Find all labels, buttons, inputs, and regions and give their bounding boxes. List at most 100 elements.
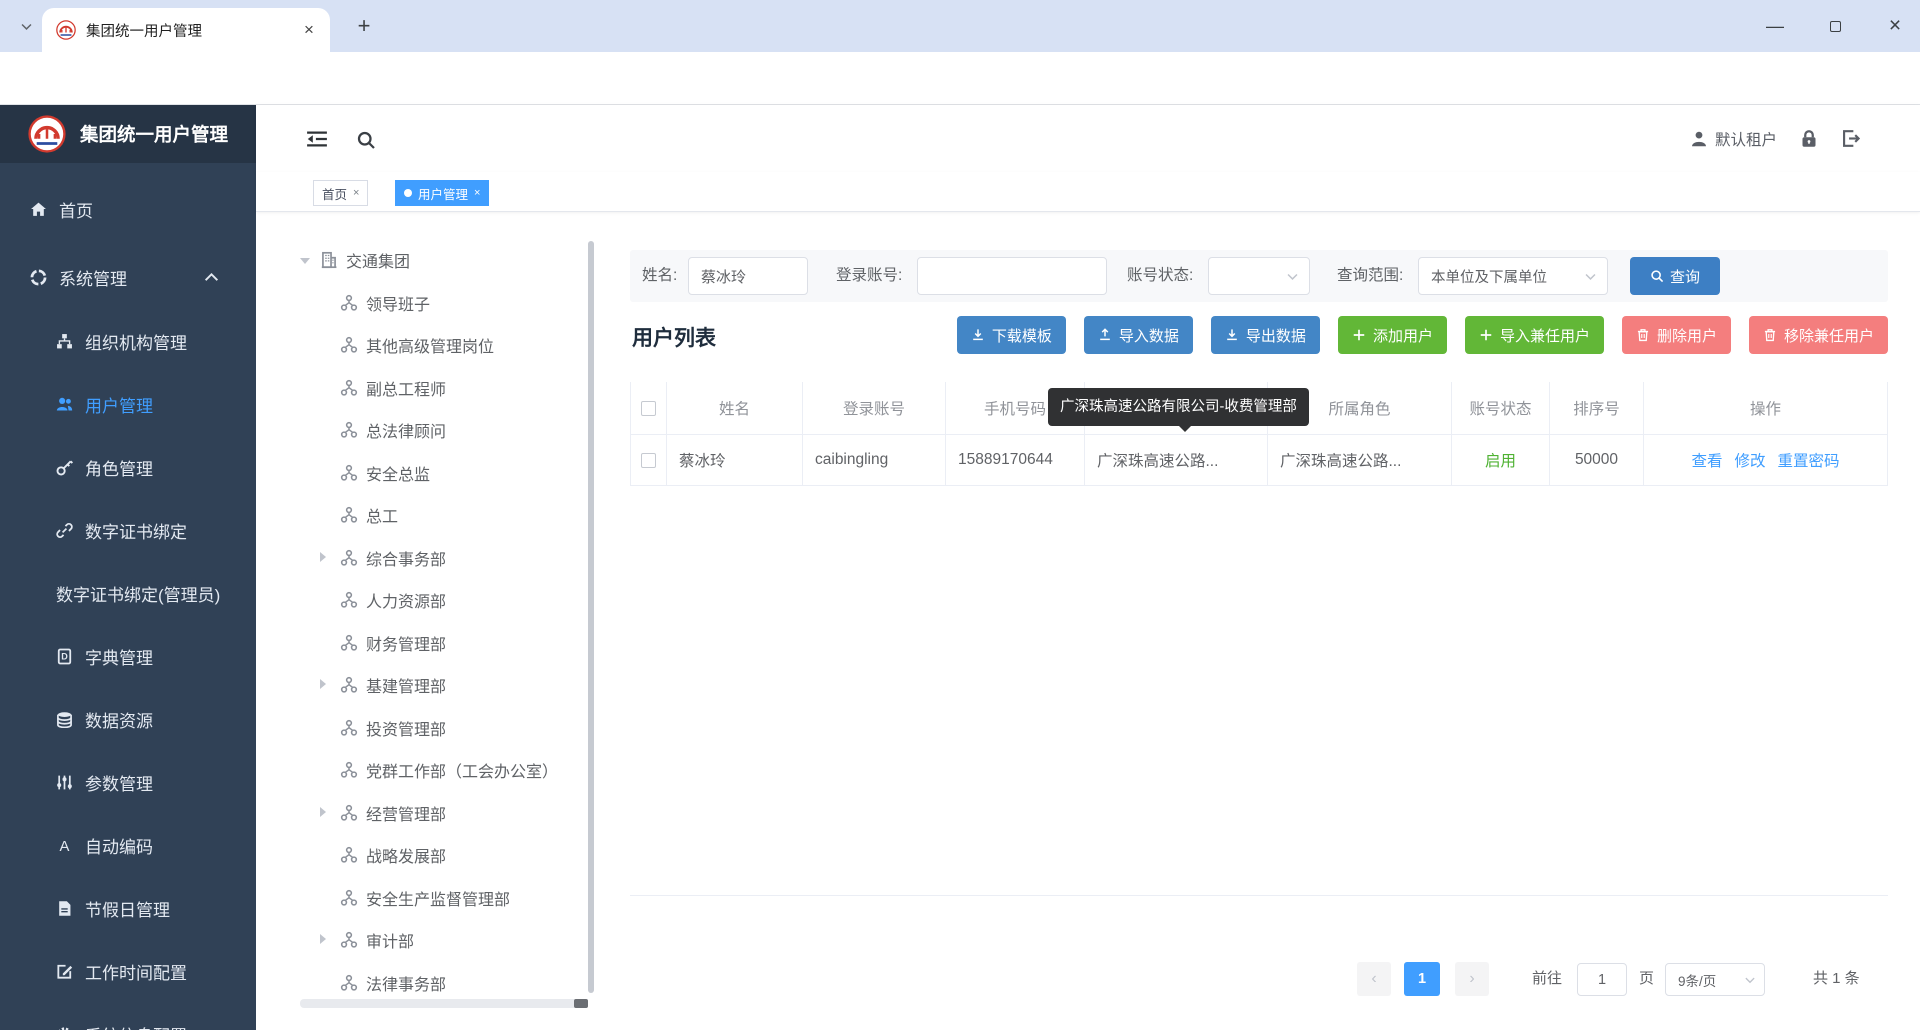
tree-node[interactable]: 财务管理部 bbox=[300, 622, 588, 665]
window-close-button[interactable]: × bbox=[1872, 0, 1918, 52]
tag-close-icon[interactable]: × bbox=[474, 187, 480, 199]
caret-right-icon[interactable] bbox=[320, 804, 334, 822]
cell-phone: 15889170644 bbox=[946, 435, 1085, 486]
tree-node[interactable]: 安全总监 bbox=[300, 452, 588, 495]
prev-page-button[interactable]: ‹ bbox=[1357, 962, 1391, 996]
tree-node[interactable]: 综合事务部 bbox=[300, 537, 588, 580]
search-icon[interactable] bbox=[356, 128, 376, 151]
row-checkbox[interactable] bbox=[641, 452, 656, 468]
export-data-button[interactable]: 导出数据 bbox=[1210, 316, 1320, 354]
tab-search-chevron-icon[interactable] bbox=[14, 14, 38, 38]
tree-node[interactable]: 审计部 bbox=[300, 919, 588, 962]
import-concurrent-user-button[interactable]: 导入兼任用户 bbox=[1464, 316, 1604, 354]
view-link[interactable]: 查看 bbox=[1691, 449, 1722, 471]
edit-icon bbox=[56, 963, 73, 980]
header-checkbox[interactable] bbox=[641, 400, 656, 416]
tree-horizontal-scrollbar[interactable] bbox=[300, 999, 588, 1008]
sidebar-item[interactable]: 数字证书绑定 bbox=[0, 499, 256, 562]
org-node-icon bbox=[340, 846, 358, 864]
tree-node[interactable]: 投资管理部 bbox=[300, 707, 588, 750]
sidebar-item[interactable]: 首页 bbox=[0, 178, 256, 240]
tree-node[interactable]: 人力资源部 bbox=[300, 579, 588, 622]
button-label: 下载模板 bbox=[991, 327, 1052, 345]
scope-select[interactable]: 本单位及下属单位 bbox=[1418, 257, 1608, 295]
trash-icon bbox=[1636, 328, 1650, 342]
name-input[interactable] bbox=[688, 257, 808, 295]
cell-account: caibingling bbox=[803, 435, 946, 486]
new-tab-button[interactable]: + bbox=[350, 12, 378, 40]
tree-node[interactable]: 法律事务部 bbox=[300, 962, 588, 1005]
org-node-icon bbox=[340, 294, 358, 312]
sidebar-item[interactable]: 数据资源 bbox=[0, 688, 256, 751]
page-size-select[interactable]: 9条/页 bbox=[1665, 963, 1765, 996]
tree-node[interactable]: 总工 bbox=[300, 494, 588, 537]
tree-node-label: 领导班子 bbox=[366, 296, 431, 314]
sidebar-item[interactable]: 自动编码 bbox=[0, 814, 256, 877]
lock-screen-icon[interactable] bbox=[1799, 129, 1819, 149]
sidebar-collapse-icon[interactable] bbox=[306, 127, 328, 151]
next-page-button[interactable]: › bbox=[1455, 962, 1489, 996]
account-input[interactable] bbox=[917, 257, 1107, 295]
sidebar-item[interactable]: 角色管理 bbox=[0, 436, 256, 499]
import-data-button[interactable]: 导入数据 bbox=[1083, 316, 1193, 354]
tree-node[interactable]: 基建管理部 bbox=[300, 664, 588, 707]
tree-node[interactable]: 其他高级管理岗位 bbox=[300, 324, 588, 367]
window-minimize-button[interactable]: — bbox=[1752, 0, 1798, 52]
tree-node[interactable]: 战略发展部 bbox=[300, 834, 588, 877]
edit-link[interactable]: 修改 bbox=[1734, 449, 1765, 471]
sidebar-item[interactable]: 工作时间配置 bbox=[0, 940, 256, 1003]
remove-concurrent-user-button[interactable]: 移除兼任用户 bbox=[1748, 316, 1888, 354]
dashboard-icon bbox=[30, 269, 47, 286]
sidebar-item[interactable]: 参数管理 bbox=[0, 751, 256, 814]
browser-tab[interactable]: 集团统一用户管理 × bbox=[42, 8, 330, 52]
tree-node-label: 人力资源部 bbox=[366, 594, 447, 612]
browser-tab-strip: 集团统一用户管理 × + — × bbox=[0, 0, 1920, 52]
download-template-button[interactable]: 下载模板 bbox=[956, 316, 1066, 354]
filter-bar: 姓名: 登录账号: 账号状态: 查询范围: 本单位及下属单位 查询 bbox=[630, 250, 1888, 302]
goto-page-input[interactable] bbox=[1577, 963, 1627, 996]
column-header: 操作 bbox=[1644, 382, 1888, 435]
caret-right-icon[interactable] bbox=[320, 931, 334, 949]
tag-home[interactable]: 首页 × bbox=[313, 180, 369, 206]
status-select[interactable] bbox=[1208, 257, 1310, 295]
caret-down-icon[interactable] bbox=[300, 251, 314, 269]
tree-root-node[interactable]: 交通集团 bbox=[300, 239, 588, 282]
sidebar-menu: 首页 系统管理 组织机构管理 用户管理 角色管理 数字证书绑定数字证书绑定(管理员) 字典管… bbox=[0, 178, 256, 1030]
cell-ops: 查看 修改 重置密码 bbox=[1644, 435, 1888, 486]
tree-vertical-scrollbar[interactable] bbox=[588, 241, 594, 993]
tree-node[interactable]: 安全生产监督管理部 bbox=[300, 877, 588, 920]
org-node-icon bbox=[340, 634, 358, 652]
window-maximize-button[interactable] bbox=[1812, 0, 1858, 52]
caret-right-icon[interactable] bbox=[320, 676, 334, 694]
tree-node[interactable]: 经营管理部 bbox=[300, 792, 588, 835]
caret-right-icon[interactable] bbox=[320, 549, 334, 567]
tree-node[interactable]: 副总工程师 bbox=[300, 367, 588, 410]
sidebar-item[interactable]: 组织机构管理 bbox=[0, 310, 256, 373]
tenant-switcher[interactable]: 默认租户 bbox=[1690, 128, 1777, 150]
add-user-button[interactable]: 添加用户 bbox=[1337, 316, 1447, 354]
page-1-button[interactable]: 1 bbox=[1404, 962, 1440, 996]
scope-label: 查询范围: bbox=[1337, 267, 1404, 284]
delete-user-button[interactable]: 删除用户 bbox=[1621, 316, 1731, 354]
reset-password-link[interactable]: 重置密码 bbox=[1778, 449, 1840, 471]
tree-node[interactable]: 领导班子 bbox=[300, 282, 588, 325]
tag-close-icon[interactable]: × bbox=[353, 187, 359, 199]
tree-node[interactable]: 总法律顾问 bbox=[300, 409, 588, 452]
sidebar-item[interactable]: 字典管理 bbox=[0, 625, 256, 688]
tree-node[interactable]: 党群工作部（工会办公室） bbox=[300, 749, 588, 792]
tree-node-label: 交通集团 bbox=[346, 254, 411, 272]
sidebar-item[interactable]: 节假日管理 bbox=[0, 877, 256, 940]
sidebar-item[interactable]: 系统管理 bbox=[0, 246, 256, 308]
select-all-header[interactable] bbox=[630, 382, 667, 435]
tag-user-management[interactable]: 用户管理 × bbox=[395, 180, 490, 206]
sidebar-item-label: 数字证书绑定(管理员) bbox=[56, 586, 221, 605]
sidebar-item[interactable]: 系统信息配置 bbox=[0, 1003, 256, 1030]
tree-node-label: 副总工程师 bbox=[366, 381, 447, 399]
table-row[interactable]: 蔡冰玲 caibingling 15889170644 广深珠高速公路... 广深珠高速… bbox=[630, 435, 1888, 486]
search-button[interactable]: 查询 bbox=[1630, 257, 1720, 295]
logout-icon[interactable] bbox=[1841, 129, 1860, 148]
tab-close-icon[interactable]: × bbox=[300, 20, 318, 40]
sidebar-item[interactable]: 数字证书绑定(管理员) bbox=[0, 562, 256, 625]
sidebar-item[interactable]: 用户管理 bbox=[0, 373, 256, 436]
sidebar: 集团统一用户管理 首页 系统管理 组织机构管理 用户管理 角色管理 数字证书绑定 数字证书绑… bbox=[0, 105, 256, 1030]
